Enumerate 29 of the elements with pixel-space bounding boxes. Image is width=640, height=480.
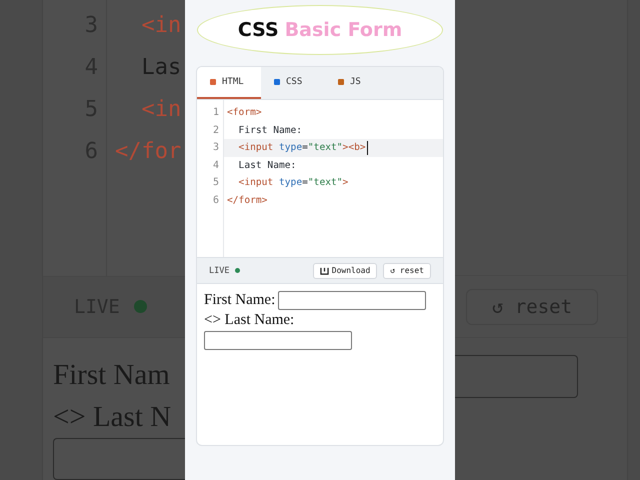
editor-tab[interactable]: CSS — [261, 67, 325, 99]
code-line: Last Name: — [238, 158, 296, 172]
code-line: </form> — [227, 194, 268, 208]
text-input[interactable] — [278, 291, 426, 310]
download-icon — [320, 266, 329, 274]
title-text: Basic Form — [284, 19, 402, 41]
code-line: <form> — [227, 106, 262, 120]
line-number: 2 — [212, 124, 220, 138]
code-line: </for — [115, 138, 182, 164]
line-number: 6 — [212, 194, 220, 208]
code-line: <in — [140, 96, 182, 122]
preview-label: <> Last Name: — [204, 312, 294, 328]
title-text: CSS — [238, 19, 279, 41]
code-line: <in — [140, 12, 182, 38]
code-line: <input type="text"><b> — [238, 141, 366, 155]
code-line: First Name: — [238, 124, 302, 138]
line-number: 1 — [212, 106, 220, 120]
line-number: 3 — [212, 141, 220, 155]
editor-tab[interactable]: JS — [325, 67, 389, 99]
download-button[interactable]: Download — [312, 262, 378, 278]
live-label: LIVE — [209, 266, 230, 276]
editor-tab[interactable]: HTML — [197, 67, 261, 99]
line-number: 5 — [212, 176, 220, 190]
preview-label: First Name: — [204, 292, 276, 308]
reset-button[interactable]: ↺ reset — [383, 262, 431, 278]
text-input[interactable] — [204, 331, 352, 350]
code-line: <input type="text"> — [238, 176, 348, 190]
text-cursor — [366, 140, 368, 155]
line-number: 4 — [212, 158, 220, 172]
